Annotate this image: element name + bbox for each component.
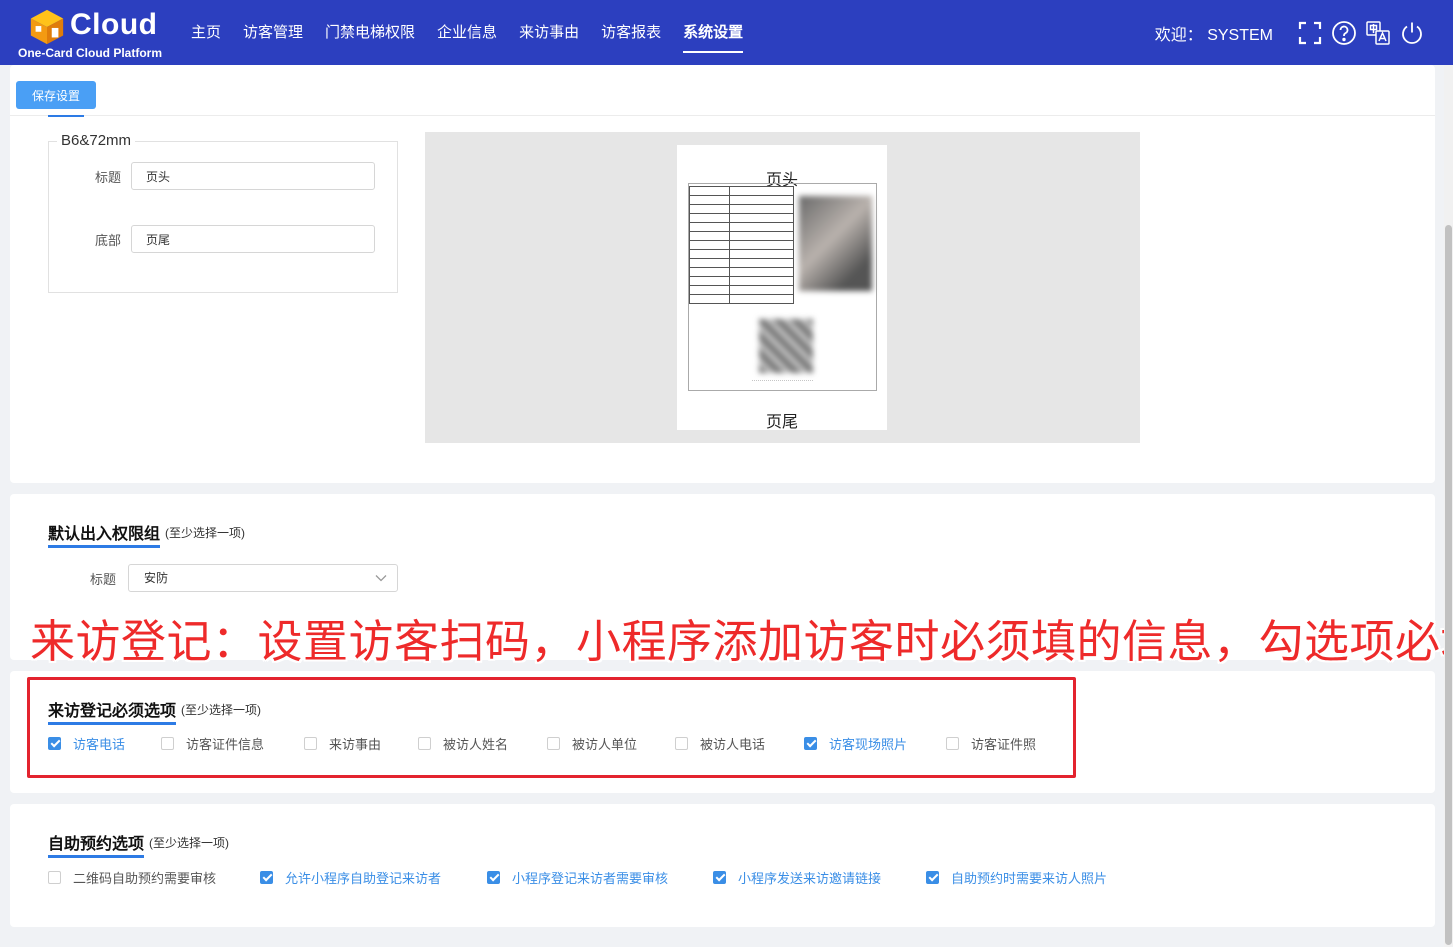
default-access-group-hint: (至少选择一项) [165, 526, 245, 540]
divider [10, 115, 1435, 116]
footer-input[interactable] [131, 225, 375, 253]
nav-visit-reasons[interactable]: 来访事由 [508, 0, 590, 65]
fullscreen-icon[interactable] [1297, 20, 1323, 46]
checkbox-miniprogram-invite-link[interactable]: 小程序发送来访邀请链接 [713, 867, 881, 887]
header-title-input[interactable] [131, 162, 375, 190]
print-settings-card: 保存设置 B6&72mm 标题 底部 页头 [10, 65, 1435, 483]
checkbox-booking-requires-photo[interactable]: 自助预约时需要来访人照片 [926, 867, 1107, 887]
nav-system-settings[interactable]: 系统设置 [672, 0, 754, 65]
nav-visitor-management[interactable]: 访客管理 [232, 0, 314, 65]
welcome-text: 欢迎： SYSTEM [1154, 26, 1273, 44]
default-access-group-title: 默认出入权限组 [48, 520, 161, 548]
self-booking-card: 自助预约选项 (至少选择一项) 二维码自助预约需要审核 允许小程序自助登记来访者… [10, 804, 1435, 927]
chevron-down-icon [375, 575, 387, 582]
footer-label: 底部 [94, 232, 121, 248]
nav-company-info[interactable]: 企业信息 [426, 0, 508, 65]
header-right: 欢迎： SYSTEM [1155, 0, 1425, 65]
visitor-slip-preview: ······························· [688, 183, 877, 391]
main-nav: 主页 访客管理 门禁电梯权限 企业信息 来访事由 访客报表 系统设置 [180, 0, 754, 65]
preview-footer-text: 页尾 [765, 414, 798, 431]
slip-note-blurred: ······························· [751, 378, 814, 384]
checkbox-box[interactable] [487, 870, 500, 884]
logo-text: Cloud [70, 8, 158, 41]
qr-code-blurred [759, 319, 813, 373]
help-icon[interactable] [1331, 20, 1357, 46]
nav-access-elevator-permissions[interactable]: 门禁电梯权限 [314, 0, 426, 65]
paper-size-legend: B6&72mm [57, 132, 136, 149]
page-scrollbar[interactable] [1444, 65, 1453, 947]
top-header: Cloud One-Card Cloud Platform 主页 访客管理 门禁… [0, 0, 1453, 65]
checkbox-box[interactable] [713, 870, 726, 884]
save-settings-button[interactable]: 保存设置 [16, 81, 96, 109]
power-logout-icon[interactable] [1399, 20, 1425, 46]
scrollbar-thumb[interactable] [1445, 225, 1452, 945]
title-label: 标题 [94, 169, 121, 185]
visitor-photo-blurred [799, 196, 872, 291]
header-title-row: 标题 [49, 162, 375, 190]
checkbox-box[interactable] [926, 870, 939, 884]
logo-subtitle: One-Card Cloud Platform [18, 46, 163, 60]
access-group-select[interactable]: 安防 [128, 564, 398, 592]
language-switch-icon[interactable] [1365, 20, 1391, 46]
access-group-selected-value: 安防 [144, 571, 169, 585]
nav-home[interactable]: 主页 [180, 0, 232, 65]
annotation-highlight-box [27, 677, 1076, 778]
self-booking-title: 自助预约选项 [48, 830, 145, 858]
nav-visitor-reports[interactable]: 访客报表 [590, 0, 672, 65]
checkbox-miniprogram-register-review[interactable]: 小程序登记来访者需要审核 [487, 867, 668, 887]
checkbox-qr-booking-review[interactable]: 二维码自助预约需要审核 [48, 867, 216, 887]
checkbox-box[interactable] [48, 870, 61, 884]
checkbox-miniprogram-self-register[interactable]: 允许小程序自助登记来访者 [260, 867, 441, 887]
checkbox-box[interactable] [260, 870, 273, 884]
annotation-text: 来访登记：设置访客扫码，小程序添加访客时必须填的信息，勾选项必填 [30, 615, 1453, 668]
footer-row: 底部 [49, 225, 375, 253]
section-tab-indicator [48, 115, 84, 117]
preview-paper: 页头 ······························· 页尾 [677, 145, 887, 431]
logo[interactable]: Cloud One-Card Cloud Platform [18, 4, 178, 62]
paper-size-fieldset: B6&72mm 标题 底部 [48, 132, 398, 293]
print-preview-area: 页头 ······························· 页尾 [425, 132, 1140, 443]
self-booking-hint: (至少选择一项) [149, 836, 229, 850]
access-group-label: 标题 [89, 572, 116, 587]
logo-cube-icon [30, 9, 64, 45]
